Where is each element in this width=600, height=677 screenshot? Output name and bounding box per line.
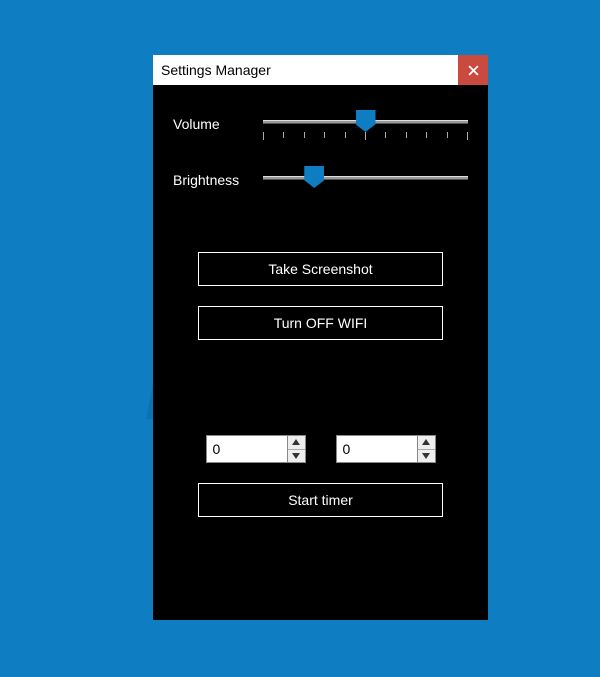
button-area: Take Screenshot Turn OFF WIFI	[173, 222, 468, 340]
chevron-down-icon	[422, 453, 430, 459]
timer-spinner-left	[206, 435, 306, 463]
brightness-row: Brightness	[173, 166, 468, 202]
spinner-left-down[interactable]	[288, 450, 305, 463]
volume-ticks	[263, 132, 468, 140]
timer-spinner-right	[336, 435, 436, 463]
spinner-left-up[interactable]	[288, 436, 305, 450]
close-icon	[468, 65, 479, 76]
window-title: Settings Manager	[161, 62, 458, 78]
turn-off-wifi-button[interactable]: Turn OFF WIFI	[198, 306, 443, 340]
timer-inputs	[173, 435, 468, 463]
start-timer-button[interactable]: Start timer	[198, 483, 443, 517]
volume-thumb[interactable]	[356, 110, 376, 132]
chevron-up-icon	[292, 439, 300, 445]
titlebar[interactable]: Settings Manager	[153, 55, 488, 85]
volume-label: Volume	[173, 110, 263, 132]
timer-input-right[interactable]	[336, 435, 418, 463]
window-content: Volume Brightness Take Screenshot Turn O…	[153, 85, 488, 517]
volume-slider[interactable]	[263, 110, 468, 146]
spinner-left-buttons	[288, 435, 306, 463]
close-button[interactable]	[458, 55, 488, 85]
chevron-up-icon	[422, 439, 430, 445]
spinner-right-down[interactable]	[418, 450, 435, 463]
chevron-down-icon	[292, 453, 300, 459]
volume-row: Volume	[173, 110, 468, 146]
start-timer-area: Start timer	[173, 463, 468, 517]
settings-manager-window: Settings Manager Volume Brightness Tak	[153, 55, 488, 620]
brightness-slider[interactable]	[263, 166, 468, 202]
spinner-right-buttons	[418, 435, 436, 463]
brightness-track	[263, 176, 468, 180]
timer-input-left[interactable]	[206, 435, 288, 463]
brightness-label: Brightness	[173, 166, 263, 188]
take-screenshot-button[interactable]: Take Screenshot	[198, 252, 443, 286]
spinner-right-up[interactable]	[418, 436, 435, 450]
brightness-thumb[interactable]	[304, 166, 324, 188]
